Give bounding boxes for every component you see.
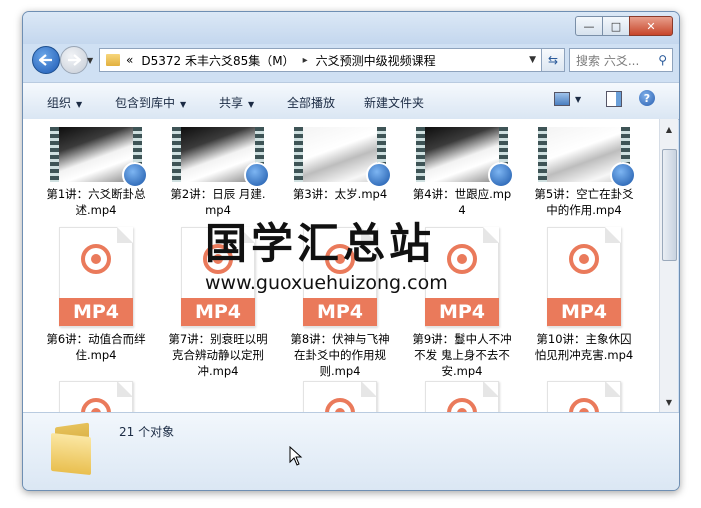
change-view-icon[interactable]: [554, 92, 570, 106]
file-name: 第10讲：主象休囚怕见刑冲克害.mp4: [534, 332, 634, 362]
file-item[interactable]: 第1讲：六爻断卦总述.mp4: [44, 127, 148, 218]
breadcrumb-segment-1[interactable]: D5372 禾丰六爻85集（M）: [141, 52, 294, 69]
mp4-file-icon: MP4: [59, 227, 133, 327]
forward-button[interactable]: [60, 46, 88, 74]
file-item[interactable]: MP4 第10讲：主象休囚怕见刑冲克害.mp4: [532, 227, 636, 363]
search-input[interactable]: 搜索 六爻...: [576, 52, 639, 69]
film-reel-icon: [569, 244, 599, 274]
chevron-down-icon: ▼: [180, 100, 187, 109]
media-player-badge-icon: [366, 162, 392, 188]
organize-label: 组织: [47, 96, 72, 110]
organize-menu[interactable]: 组织 ▼: [47, 94, 82, 111]
back-arrow-icon: [39, 54, 52, 66]
back-button[interactable]: [32, 46, 60, 74]
file-item[interactable]: MP4 第6讲：动值合而绊住.mp4: [44, 227, 148, 363]
window-controls: — □ ✕: [575, 16, 673, 36]
film-reel-icon: [81, 244, 111, 274]
mp4-file-icon: [425, 381, 499, 412]
video-thumbnail: [172, 127, 270, 188]
folder-icon: [106, 54, 120, 66]
media-player-badge-icon: [244, 162, 270, 188]
mp4-badge: MP4: [425, 298, 499, 326]
vertical-scrollbar[interactable]: ▲ ▼: [659, 119, 678, 412]
details-pane: 21 个对象: [23, 412, 679, 490]
refresh-icon: ⇆: [547, 53, 559, 67]
breadcrumb-segment-2[interactable]: 六爻预测中级视频课程: [316, 52, 436, 69]
film-reel-icon: [447, 398, 477, 412]
file-item[interactable]: 第3讲：太岁.mp4: [288, 127, 392, 202]
scroll-down-icon[interactable]: ▼: [660, 394, 678, 410]
file-name: 第9讲：鬘中人不冲不发 鬼上身不去不安.mp4: [412, 332, 512, 378]
share-menu[interactable]: 共享 ▼: [219, 94, 254, 111]
mp4-badge: MP4: [303, 298, 377, 326]
refresh-button[interactable]: ⇆: [541, 48, 565, 72]
play-all-button[interactable]: 全部播放: [287, 94, 335, 111]
file-item[interactable]: 第4讲：世跟应.mp4: [410, 127, 514, 218]
address-dropdown-icon[interactable]: ▼: [529, 55, 536, 65]
include-in-library-menu[interactable]: 包含到库中 ▼: [115, 94, 186, 111]
scroll-up-icon[interactable]: ▲: [660, 121, 678, 137]
recent-pages-dropdown-icon[interactable]: ▼: [87, 56, 93, 65]
title-bar: — □ ✕: [23, 12, 679, 44]
share-label: 共享: [219, 96, 244, 110]
minimize-icon[interactable]: —: [575, 16, 603, 36]
media-player-badge-icon: [610, 162, 636, 188]
file-item[interactable]: 第2讲：日辰 月建.mp4: [166, 127, 270, 218]
mp4-badge: MP4: [181, 298, 255, 326]
file-name: 第6讲：动值合而绊住.mp4: [46, 332, 146, 362]
search-box[interactable]: 搜索 六爻... ⚲: [569, 48, 673, 72]
folder-icon: [51, 422, 95, 476]
video-thumbnail: [294, 127, 392, 188]
maximize-icon[interactable]: □: [602, 16, 630, 36]
video-thumbnail: [416, 127, 514, 188]
mp4-badge: MP4: [59, 298, 133, 326]
mp4-badge: MP4: [547, 298, 621, 326]
play-all-label: 全部播放: [287, 96, 336, 110]
film-reel-icon: [325, 398, 355, 412]
view-options-dropdown-icon[interactable]: ▼: [575, 95, 581, 104]
breadcrumb-separator[interactable]: ▸: [303, 55, 308, 66]
help-icon[interactable]: ?: [639, 90, 655, 106]
file-item[interactable]: [44, 381, 148, 412]
new-folder-button[interactable]: 新建文件夹: [364, 94, 424, 111]
chevron-down-icon: ▼: [248, 100, 255, 109]
file-name: 第1讲：六爻断卦总述.mp4: [46, 187, 146, 217]
preview-pane-icon[interactable]: [606, 91, 622, 107]
include-in-library-label: 包含到库中: [115, 96, 176, 110]
mp4-file-icon: [59, 381, 133, 412]
film-reel-icon: [569, 398, 599, 412]
video-thumbnail: [50, 127, 148, 188]
navigation-bar: ▼ « D5372 禾丰六爻85集（M） ▸ 六爻预测中级视频课程 ▼ ⇆ 搜索…: [23, 44, 679, 82]
file-name: 第5讲：空亡在卦爻中的作用.mp4: [534, 187, 634, 217]
scrollbar-thumb[interactable]: [662, 149, 677, 261]
file-name: 第7讲：别衰旺以明克合辨动静以定刑冲.mp4: [168, 332, 268, 378]
media-player-badge-icon: [488, 162, 514, 188]
file-item[interactable]: [410, 381, 514, 412]
search-icon[interactable]: ⚲: [658, 53, 667, 67]
watermark-url: www.guoxuehuizong.com: [205, 272, 448, 294]
file-item[interactable]: 第5讲：空亡在卦爻中的作用.mp4: [532, 127, 636, 218]
file-item[interactable]: [288, 381, 392, 412]
address-bar[interactable]: « D5372 禾丰六爻85集（M） ▸ 六爻预测中级视频课程 ▼: [99, 48, 543, 72]
file-name: 第3讲：太岁.mp4: [292, 187, 388, 201]
video-thumbnail: [538, 127, 636, 188]
forward-arrow-icon: [68, 54, 81, 66]
film-reel-icon: [447, 244, 477, 274]
mp4-file-icon: MP4: [547, 227, 621, 327]
chevron-down-icon: ▼: [76, 100, 83, 109]
close-icon[interactable]: ✕: [629, 16, 673, 36]
new-folder-label: 新建文件夹: [364, 96, 425, 110]
address-chevron[interactable]: «: [126, 53, 133, 67]
mp4-file-icon: [547, 381, 621, 412]
media-player-badge-icon: [122, 162, 148, 188]
mp4-file-icon: [303, 381, 377, 412]
watermark-title: 国学汇总站: [205, 219, 436, 268]
file-name: 第8讲：伏神与飞神在卦爻中的作用规则.mp4: [290, 332, 390, 378]
mouse-cursor-icon: [289, 446, 303, 466]
file-item[interactable]: [532, 381, 636, 412]
command-bar: 组织 ▼ 包含到库中 ▼ 共享 ▼ 全部播放 新建文件夹 ▼ ?: [23, 82, 679, 120]
item-count: 21 个对象: [119, 425, 175, 439]
film-reel-icon: [81, 398, 111, 412]
